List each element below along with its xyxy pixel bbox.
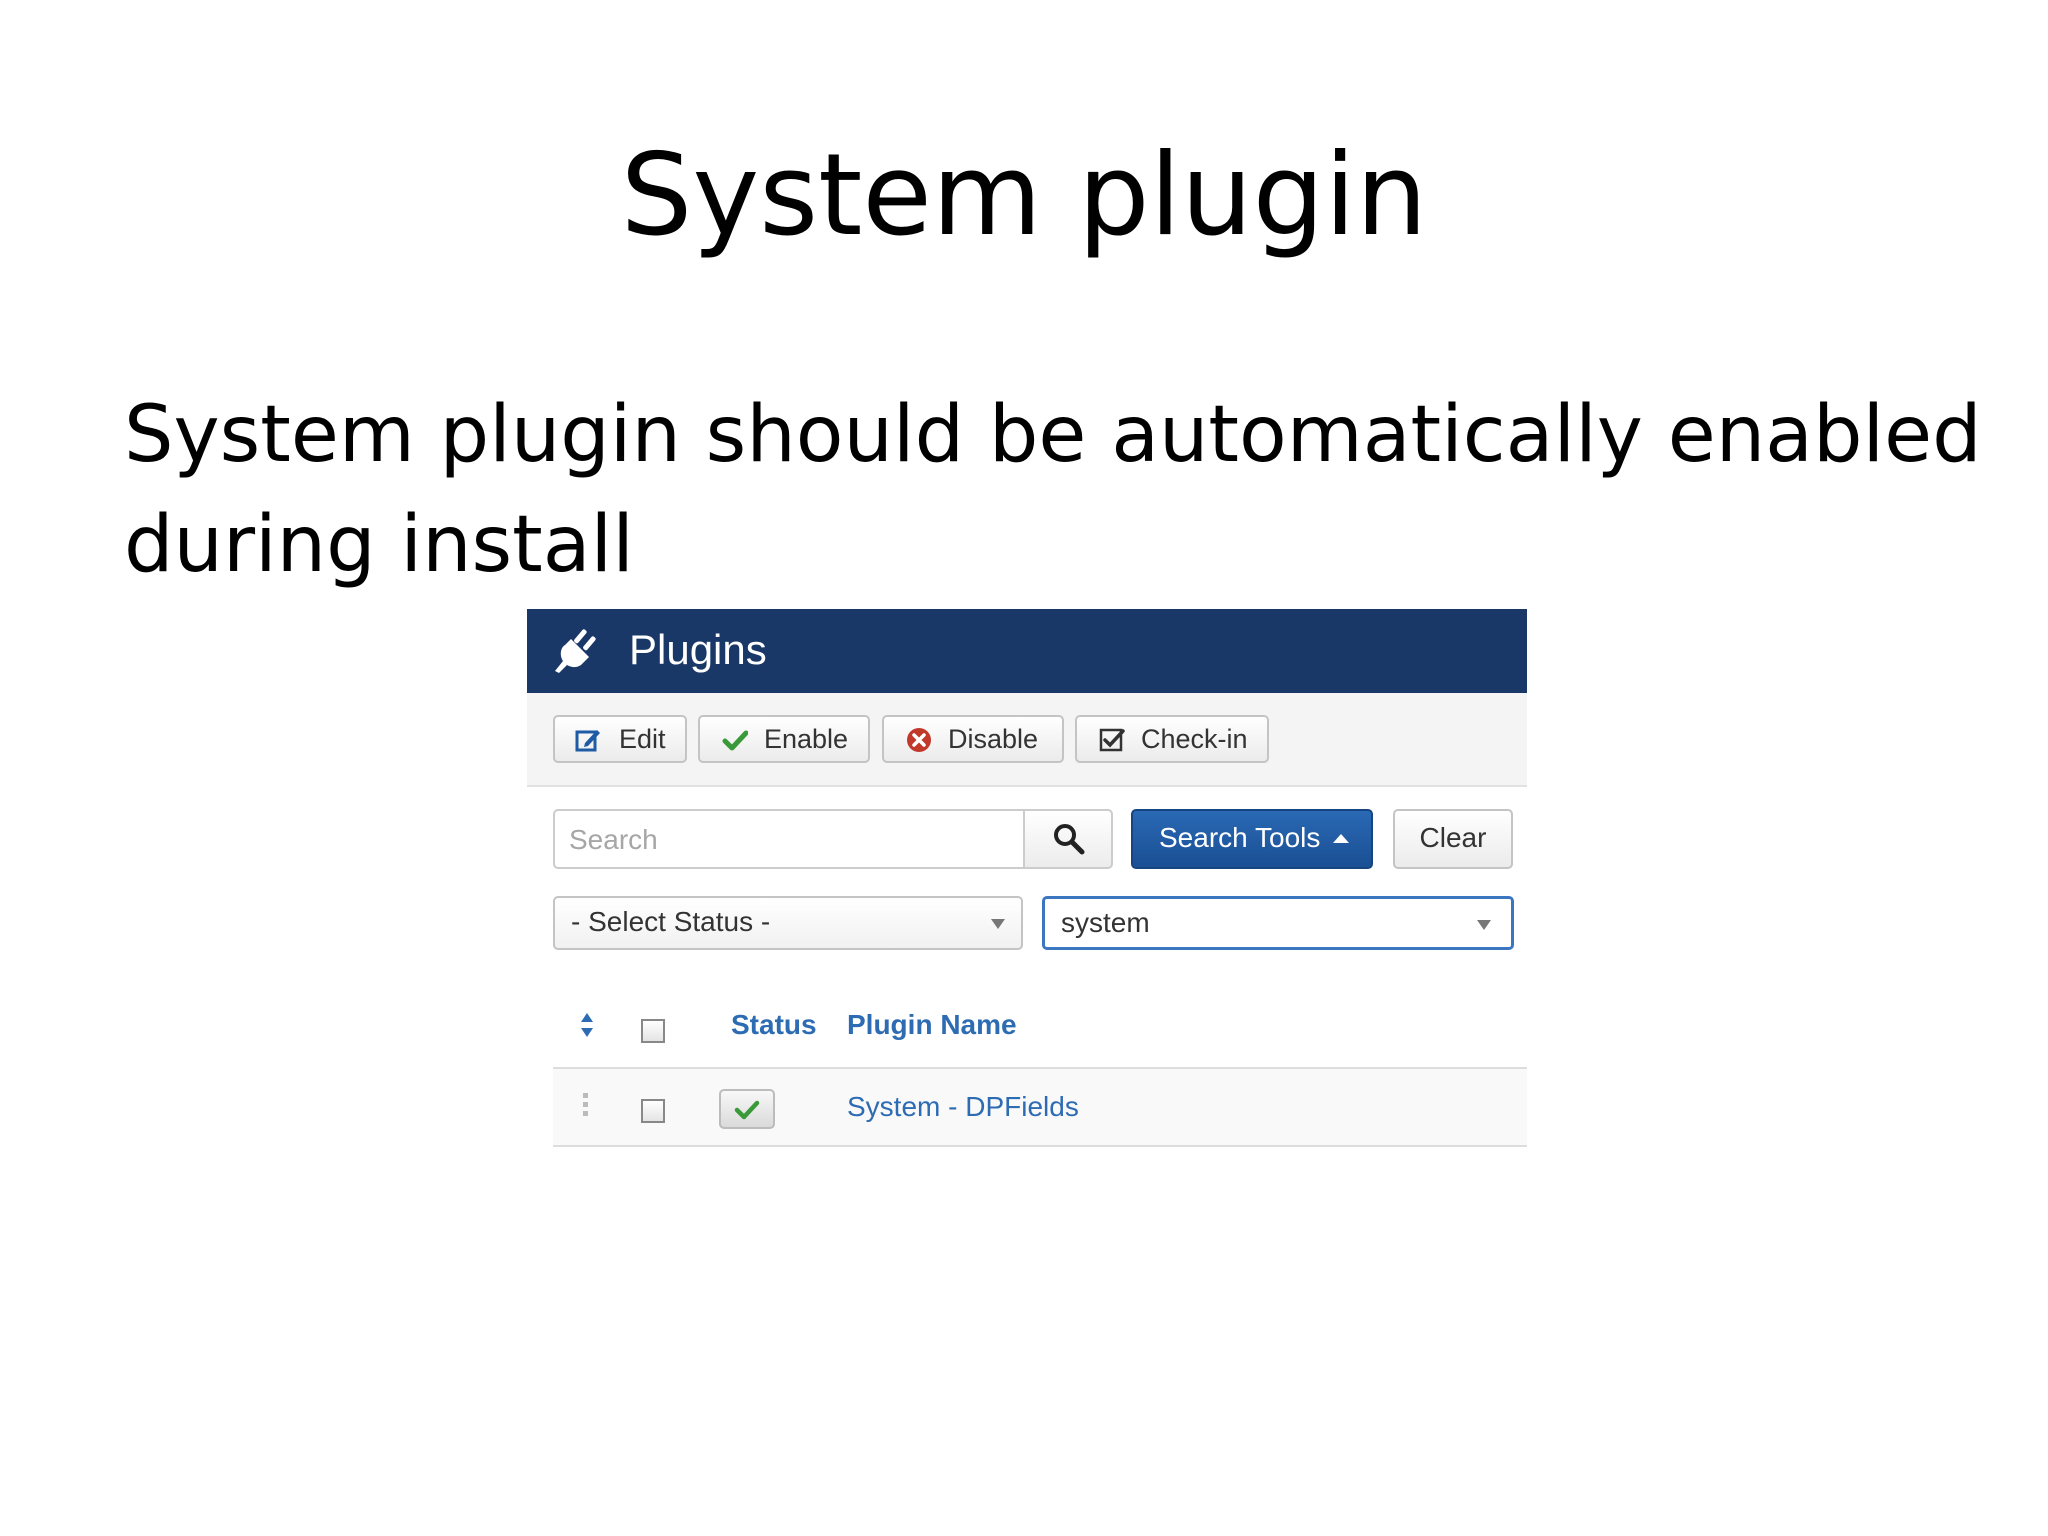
- plugin-name-link[interactable]: System - DPFields: [847, 1089, 1079, 1125]
- enable-button[interactable]: Enable: [698, 715, 870, 763]
- enabled-check-icon: [734, 1100, 760, 1120]
- plugins-screenshot-panel: Plugins Edit Enable Disable Check-in Sea…: [527, 609, 1527, 1149]
- disable-label: Disable: [948, 724, 1039, 754]
- search-placeholder: Search: [569, 824, 658, 855]
- sort-icon[interactable]: [579, 1011, 595, 1039]
- caret-up-icon: [1333, 834, 1349, 843]
- select-all-checkbox[interactable]: [641, 1019, 665, 1043]
- plugins-header: Plugins: [527, 609, 1527, 693]
- plug-icon: [555, 629, 596, 673]
- checkbox-checked-icon: [1099, 728, 1125, 752]
- folder-select[interactable]: system: [1042, 896, 1514, 950]
- checkin-button[interactable]: Check-in: [1075, 715, 1269, 763]
- row-checkbox[interactable]: [641, 1099, 665, 1123]
- table-header: Status Plugin Name: [553, 989, 1527, 1069]
- search-button[interactable]: [1023, 809, 1113, 869]
- folder-select-value: system: [1061, 907, 1150, 938]
- edit-icon: [575, 730, 600, 752]
- dropdown-arrow-icon: [991, 919, 1005, 929]
- search-tools-label: Search Tools: [1159, 822, 1321, 853]
- checkin-label: Check-in: [1141, 724, 1248, 754]
- slide-body-text: System plugin should be automatically en…: [124, 390, 1982, 590]
- search-tools-button[interactable]: Search Tools: [1131, 809, 1373, 869]
- dropdown-arrow-icon: [1477, 920, 1491, 930]
- status-select[interactable]: - Select Status -: [553, 896, 1023, 950]
- slide-title: System plugin: [620, 129, 1428, 261]
- column-status[interactable]: Status: [731, 1007, 817, 1043]
- table-row: System - DPFields: [553, 1069, 1527, 1147]
- search-icon: [1054, 824, 1085, 855]
- toolbar: Edit Enable Disable Check-in: [527, 693, 1527, 787]
- drag-handle-icon[interactable]: [581, 1091, 591, 1119]
- edit-button[interactable]: Edit: [553, 715, 687, 763]
- disable-x-icon: [907, 728, 931, 752]
- edit-label: Edit: [619, 724, 666, 754]
- search-input[interactable]: Search: [553, 809, 1025, 869]
- clear-button[interactable]: Clear: [1393, 809, 1513, 869]
- column-plugin-name[interactable]: Plugin Name: [847, 1007, 1017, 1043]
- status-toggle-button[interactable]: [719, 1089, 775, 1129]
- status-select-value: - Select Status -: [571, 906, 771, 937]
- page-title: Plugins: [629, 626, 767, 673]
- disable-button[interactable]: Disable: [882, 715, 1064, 763]
- check-icon: [722, 730, 748, 751]
- enable-label: Enable: [764, 724, 849, 754]
